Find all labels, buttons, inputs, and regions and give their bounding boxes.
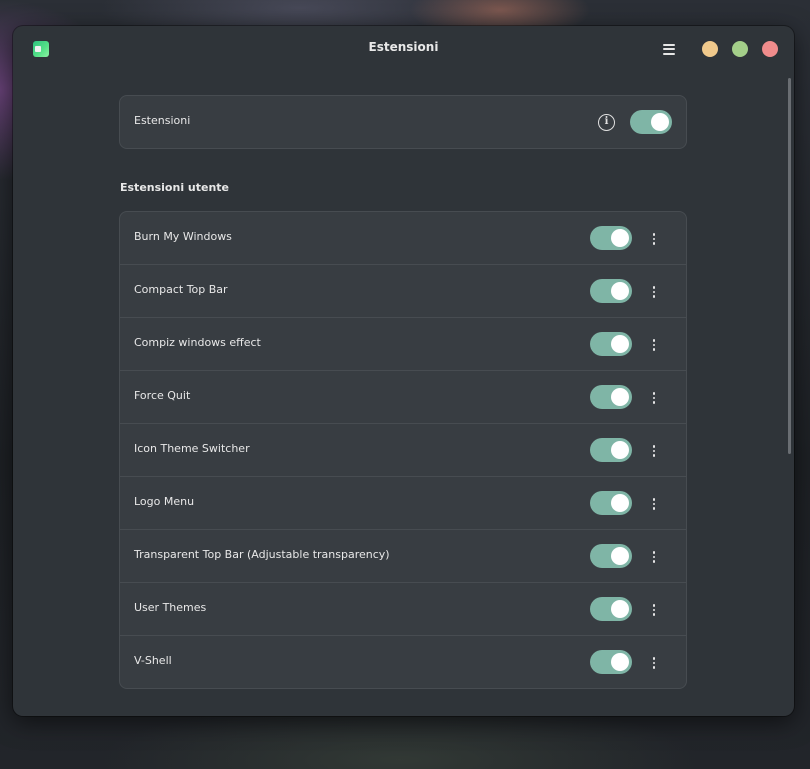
extension-label: User Themes xyxy=(134,601,207,614)
more-options-icon[interactable] xyxy=(648,601,660,619)
maximize-button[interactable] xyxy=(732,41,748,57)
master-toggle-switch[interactable] xyxy=(630,110,672,134)
extension-toggle-switch[interactable] xyxy=(590,438,632,462)
extension-label: Compact Top Bar xyxy=(134,283,228,296)
extension-row: Logo Menu xyxy=(120,477,686,530)
more-options-icon[interactable] xyxy=(648,230,660,248)
user-extensions-list: Burn My Windows Compact Top Bar Compiz w… xyxy=(119,211,687,689)
more-options-icon[interactable] xyxy=(648,389,660,407)
scrollbar[interactable] xyxy=(788,78,791,454)
more-options-icon[interactable] xyxy=(648,442,660,460)
extension-label: Logo Menu xyxy=(134,495,195,508)
extension-row: Force Quit xyxy=(120,371,686,424)
extension-row: Burn My Windows xyxy=(120,212,686,265)
extension-label: Force Quit xyxy=(134,389,191,402)
extension-label: V-Shell xyxy=(134,654,172,667)
extension-label: Transparent Top Bar (Adjustable transpar… xyxy=(134,548,390,561)
master-toggle-label: Estensioni xyxy=(134,114,191,127)
extensions-window: Estensioni Estensioni i Estensioni utent… xyxy=(13,26,794,716)
extension-label: Compiz windows effect xyxy=(134,336,261,349)
extension-row: Compact Top Bar xyxy=(120,265,686,318)
extension-toggle-switch[interactable] xyxy=(590,385,632,409)
more-options-icon[interactable] xyxy=(648,336,660,354)
extension-toggle-switch[interactable] xyxy=(590,226,632,250)
extension-toggle-switch[interactable] xyxy=(590,544,632,568)
extension-toggle-switch[interactable] xyxy=(590,332,632,356)
extension-toggle-switch[interactable] xyxy=(590,279,632,303)
more-options-icon[interactable] xyxy=(648,548,660,566)
more-options-icon[interactable] xyxy=(648,495,660,513)
close-button[interactable] xyxy=(762,41,778,57)
extension-row: V-Shell xyxy=(120,636,686,689)
minimize-button[interactable] xyxy=(702,41,718,57)
extension-toggle-switch[interactable] xyxy=(590,597,632,621)
extension-row: Icon Theme Switcher xyxy=(120,424,686,477)
extension-row: User Themes xyxy=(120,583,686,636)
extension-label: Burn My Windows xyxy=(134,230,232,243)
extension-label: Icon Theme Switcher xyxy=(134,442,250,455)
extension-row: Compiz windows effect xyxy=(120,318,686,371)
master-toggle-card: Estensioni i xyxy=(119,95,687,149)
extension-toggle-switch[interactable] xyxy=(590,491,632,515)
extension-row: Transparent Top Bar (Adjustable transpar… xyxy=(120,530,686,583)
hamburger-menu-icon[interactable] xyxy=(659,40,679,58)
user-extensions-heading: Estensioni utente xyxy=(120,181,230,194)
more-options-icon[interactable] xyxy=(648,283,660,301)
header-bar: Estensioni xyxy=(13,26,794,70)
more-options-icon[interactable] xyxy=(648,654,660,672)
info-icon[interactable]: i xyxy=(598,114,615,131)
extension-toggle-switch[interactable] xyxy=(590,650,632,674)
